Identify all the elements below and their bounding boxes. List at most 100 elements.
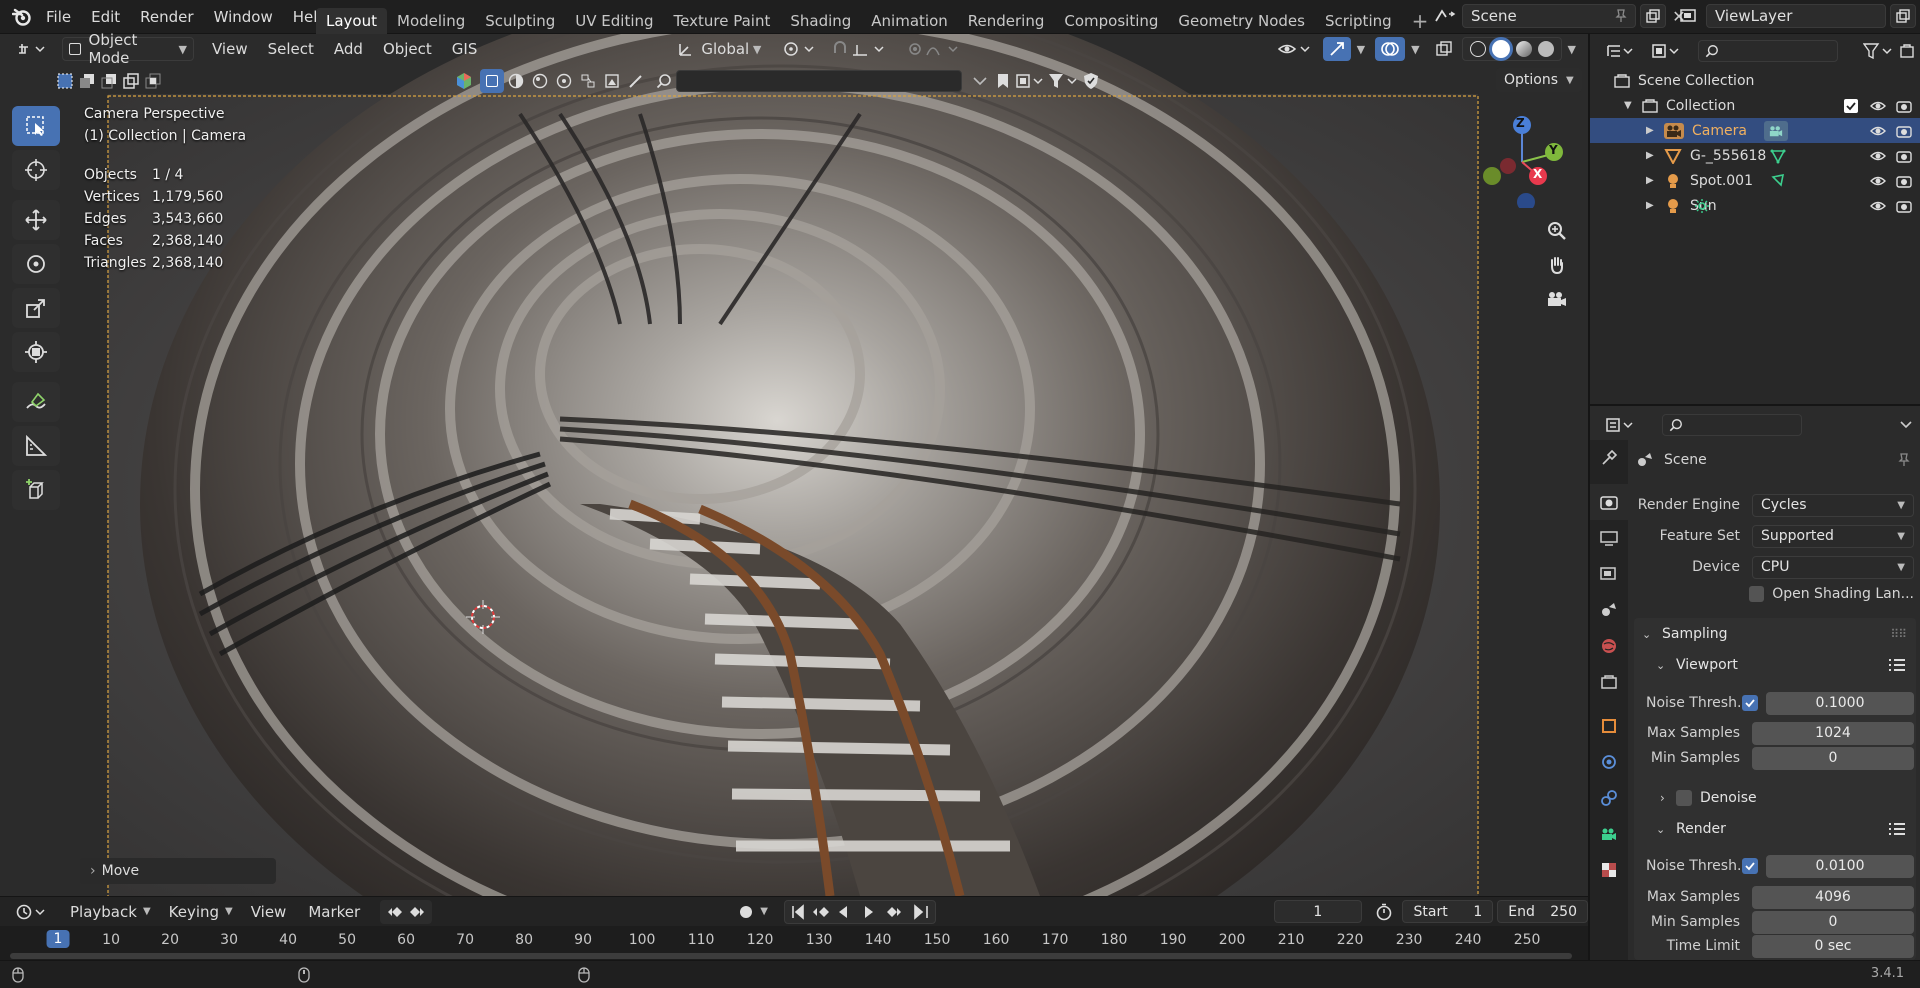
rotate-tool[interactable] [12, 244, 60, 284]
camera-render-icon[interactable] [1896, 124, 1912, 138]
outliner-object-sun[interactable]: ▶ Sun [1590, 193, 1920, 218]
mesh-data-icon[interactable] [1770, 148, 1786, 164]
expand-arrow-icon[interactable]: ▶ [1646, 150, 1660, 161]
tab-texture[interactable] [1590, 852, 1628, 888]
expand-arrow-icon[interactable]: ▶ [1646, 200, 1660, 211]
render-subpanel-header[interactable]: ⌄ Render [1656, 816, 1906, 842]
tab-uv-editing[interactable]: UV Editing [565, 8, 663, 34]
menu-file[interactable]: File [36, 0, 81, 34]
r-noise-threshold-field[interactable]: 0.0100 [1766, 854, 1914, 878]
tab-physics[interactable] [1590, 744, 1628, 780]
search-icon[interactable] [652, 69, 676, 93]
denoise-subpanel-header[interactable]: › Denoise [1660, 785, 1906, 811]
menu-keying[interactable]: Keying ▼ [163, 900, 239, 924]
image-filter-icon[interactable] [600, 69, 624, 93]
overlays-toggle[interactable] [1375, 37, 1406, 61]
chevron-down-icon[interactable] [1894, 413, 1918, 437]
material-filter-icon[interactable] [504, 69, 528, 93]
outliner-object-spot[interactable]: ▶ Spot.001 [1590, 168, 1920, 193]
visibility-selector[interactable] [1271, 37, 1319, 61]
select-mode-intersect-icon[interactable] [142, 70, 164, 92]
solid-shading-icon[interactable] [1491, 40, 1510, 58]
menu-playback[interactable]: Playback ▼ [64, 900, 157, 924]
menu-window[interactable]: Window [204, 0, 283, 34]
sampling-panel-header[interactable]: ⌄ Sampling ⠿⠿ [1642, 621, 1907, 647]
material-shading-icon[interactable] [1515, 41, 1532, 57]
end-frame-field[interactable]: End 250 [1497, 900, 1588, 923]
blender-logo-icon[interactable] [8, 0, 36, 34]
bookmark-icon[interactable] [992, 69, 1014, 93]
brush-filter-icon[interactable] [624, 69, 648, 93]
wireframe-shading-icon[interactable] [1469, 41, 1486, 57]
pivot-point-selector[interactable] [777, 37, 825, 61]
last-operator-panel[interactable]: › Move [80, 858, 276, 884]
vp-min-samples-field[interactable]: 0 [1752, 746, 1914, 770]
eye-icon[interactable] [1870, 175, 1886, 187]
menu-select[interactable]: Select [262, 37, 320, 61]
select-mode-extend-icon[interactable] [76, 70, 98, 92]
tab-geometry-nodes[interactable]: Geometry Nodes [1168, 8, 1315, 34]
move-tool[interactable] [12, 200, 60, 240]
collapse-icon[interactable] [968, 69, 992, 93]
measure-tool[interactable] [12, 426, 60, 466]
menu-object[interactable]: Object [377, 37, 438, 61]
new-scene-icon[interactable] [1640, 4, 1666, 28]
sun-data-icon[interactable] [1694, 198, 1710, 214]
eye-icon[interactable] [1870, 200, 1886, 212]
timeline-scrollbar[interactable] [10, 953, 1572, 959]
tab-modeling[interactable]: Modeling [387, 8, 475, 34]
outliner-scene-collection[interactable]: Scene Collection [1590, 68, 1920, 93]
timeline-ruler[interactable]: 1 10 20 30 40 50 60 70 80 90 100 110 120 130 140 150 160… [0, 926, 1588, 960]
record-keyframe-button[interactable]: ▼ [734, 900, 774, 924]
properties-editor-type-button[interactable] [1600, 413, 1642, 437]
start-frame-field[interactable]: Start 1 [1402, 900, 1494, 923]
expand-arrow-icon[interactable]: ▶ [1646, 125, 1660, 136]
presets-list-icon[interactable] [1888, 821, 1906, 837]
properties-search-input[interactable] [1662, 414, 1802, 436]
tab-constraints[interactable] [1590, 780, 1628, 816]
camera-render-icon[interactable] [1896, 199, 1912, 213]
options-button[interactable]: Options ▼ [1496, 68, 1582, 92]
rendered-shading-icon[interactable] [1537, 41, 1554, 57]
shading-dropdown[interactable]: ▼ [1562, 37, 1582, 61]
eye-icon[interactable] [1870, 125, 1886, 137]
time-limit-field[interactable]: 0 sec [1752, 934, 1914, 958]
denoise-checkbox[interactable] [1676, 790, 1692, 806]
cursor-tool[interactable] [12, 150, 60, 190]
r-min-samples-field[interactable]: 0 [1752, 910, 1914, 934]
tab-animation[interactable]: Animation [861, 8, 957, 34]
playback-controls[interactable] [783, 899, 936, 924]
tab-layout[interactable]: Layout [316, 8, 387, 34]
feature-set-dropdown[interactable]: Supported ▼ [1752, 524, 1914, 548]
expand-arrow-icon[interactable]: ▼ [1624, 100, 1638, 111]
r-noise-threshold-checkbox[interactable] [1742, 858, 1758, 874]
light-data-icon[interactable] [1770, 173, 1786, 189]
camera-render-icon[interactable] [1896, 149, 1912, 163]
eye-icon[interactable] [1870, 150, 1886, 162]
viewport-subpanel-header[interactable]: ⌄ Viewport [1656, 652, 1906, 678]
tab-object[interactable] [1590, 708, 1628, 744]
shading-mode-buttons[interactable] [1461, 37, 1562, 61]
scene-name-field[interactable]: Scene [1462, 4, 1636, 28]
stopwatch-icon[interactable] [1370, 900, 1399, 924]
menu-edit[interactable]: Edit [81, 0, 130, 34]
select-mode-new-icon[interactable] [54, 70, 76, 92]
outliner-object-mesh[interactable]: ▶ G-_555618 [1590, 143, 1920, 168]
menu-view[interactable]: View [206, 37, 254, 61]
3d-viewport[interactable]: Camera Perspective (1) Collection | Came… [0, 34, 1588, 896]
camera-render-icon[interactable] [1896, 99, 1912, 113]
menu-gis[interactable]: GIS [446, 37, 484, 61]
display-mode-selector[interactable] [1646, 39, 1688, 63]
texture-filter-icon[interactable] [552, 69, 576, 93]
asset-search-input[interactable] [676, 70, 962, 92]
scene-icon[interactable] [1428, 4, 1462, 28]
node-filter-icon[interactable] [576, 69, 600, 93]
overlays-dropdown[interactable]: ▼ [1405, 37, 1425, 61]
r-max-samples-field[interactable]: 4096 [1752, 885, 1914, 909]
scale-tool[interactable] [12, 288, 60, 328]
vp-noise-threshold-checkbox[interactable] [1742, 695, 1758, 711]
select-mode-subtract-icon[interactable] [98, 70, 120, 92]
delete-view-layer-icon[interactable]: ✕ [1916, 4, 1920, 28]
device-dropdown[interactable]: CPU ▼ [1752, 555, 1914, 579]
render-engine-dropdown[interactable]: Cycles ▼ [1752, 493, 1914, 517]
